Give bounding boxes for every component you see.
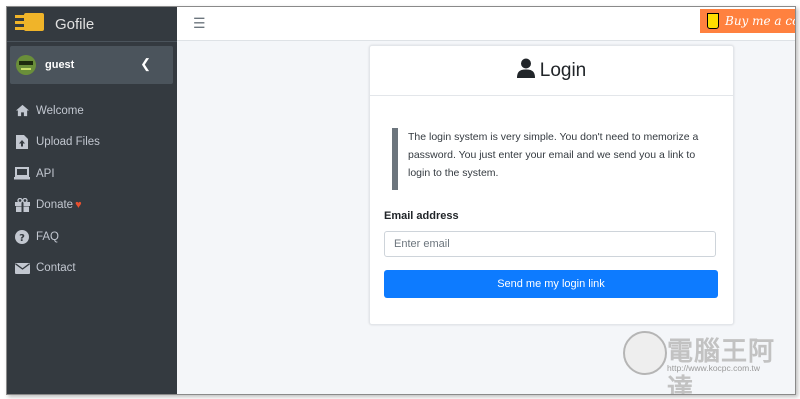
sidebar-item-upload-files[interactable]: Upload Files — [7, 127, 177, 159]
watermark: 電腦王阿達 http://www.kocpc.com.tw — [623, 327, 793, 394]
sidebar-item-label: Upload Files — [36, 136, 100, 149]
file-upload-icon — [14, 135, 30, 150]
sidebar-item-label: FAQ — [36, 230, 60, 243]
heart-icon: ♥ — [75, 199, 82, 212]
sidebar-item-label: Donate — [36, 199, 74, 212]
card-header: Login — [370, 46, 733, 96]
email-placeholder: Enter email — [394, 238, 450, 250]
login-card: Login The login system is very simple. Y… — [369, 45, 734, 325]
email-field[interactable]: Enter email — [384, 231, 716, 257]
coffee-button-label: Buy me a coff — [725, 14, 795, 28]
brand[interactable]: Gofile — [7, 7, 177, 42]
question-circle-icon: ? — [14, 229, 30, 244]
sidebar-item-label: Contact — [36, 262, 76, 275]
watermark-mascot-icon — [623, 331, 667, 375]
send-login-link-label: Send me my login link — [497, 278, 605, 290]
username: guest — [45, 59, 75, 71]
email-label: Email address — [384, 210, 459, 222]
home-icon — [14, 104, 30, 118]
topbar: ☰ Buy me a coff — [177, 7, 795, 41]
sidebar-nav: Welcome Upload Files API Donate ♥ ? FAQ … — [7, 95, 177, 284]
avatar — [16, 55, 36, 75]
coffee-cup-icon — [707, 13, 719, 29]
laptop-icon — [14, 167, 30, 181]
sidebar-item-api[interactable]: API — [7, 158, 177, 190]
chevron-left-icon[interactable]: ❮ — [140, 56, 151, 72]
sidebar-item-welcome[interactable]: Welcome — [7, 95, 177, 127]
sidebar: Gofile guest ❮ Welcome Upload Files API … — [7, 7, 177, 394]
sidebar-item-faq[interactable]: ? FAQ — [7, 221, 177, 253]
sidebar-item-donate[interactable]: Donate ♥ — [7, 190, 177, 222]
gofile-logo-icon — [15, 13, 45, 35]
watermark-url: http://www.kocpc.com.tw — [667, 363, 761, 373]
user-panel[interactable]: guest ❮ — [10, 46, 173, 84]
brand-title: Gofile — [55, 15, 95, 33]
sidebar-item-contact[interactable]: Contact — [7, 253, 177, 285]
hamburger-icon[interactable]: ☰ — [193, 15, 206, 32]
gift-icon — [14, 198, 30, 213]
svg-text:?: ? — [19, 233, 25, 244]
sidebar-item-label: API — [36, 167, 55, 180]
info-callout: The login system is very simple. You don… — [392, 128, 708, 190]
app-window: Gofile guest ❮ Welcome Upload Files API … — [6, 6, 796, 395]
buy-me-a-coffee-button[interactable]: Buy me a coff — [700, 9, 795, 33]
sidebar-item-label: Welcome — [36, 104, 84, 117]
user-icon — [516, 58, 535, 83]
page-title: Login — [539, 59, 587, 81]
send-login-link-button[interactable]: Send me my login link — [384, 270, 718, 298]
envelope-icon — [14, 261, 30, 275]
